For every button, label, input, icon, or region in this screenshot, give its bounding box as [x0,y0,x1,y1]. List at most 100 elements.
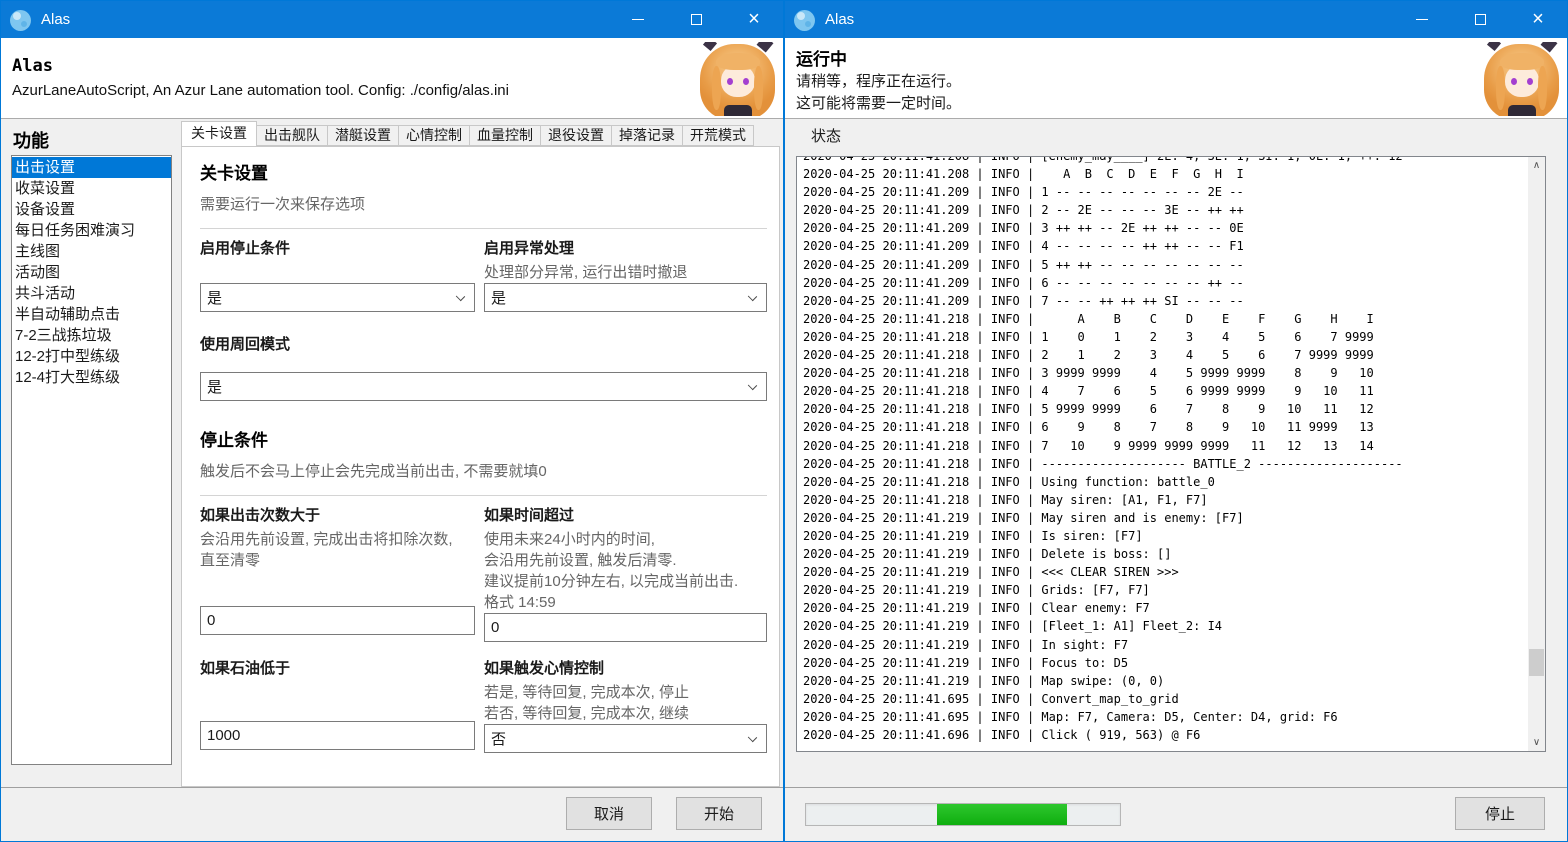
sidebar-item[interactable]: 设备设置 [12,199,171,220]
scroll-up-icon[interactable]: ∧ [1528,157,1545,174]
field-label: 如果触发心情控制 [484,659,767,679]
sidebar-item[interactable]: 共斗活动 [12,283,171,304]
minimize-icon[interactable] [609,1,667,38]
tab[interactable]: 开荒模式 [682,125,754,146]
input-value: 0 [207,612,215,629]
field-desc: 使用未来24小时内的时间, 会沿用先前设置, 触发后清零. 建议提前10分钟左右… [484,529,767,613]
close-icon[interactable]: × [1509,1,1567,38]
maximize-icon[interactable] [667,1,725,38]
log-line: 2020-04-25 20:11:41.218 | INFO | May sir… [803,491,1527,509]
log-line: 2020-04-25 20:11:41.219 | INFO | Focus t… [803,654,1527,672]
if-oil-input[interactable]: 1000 [200,721,475,750]
enable-exception-select[interactable]: 是 [484,283,767,312]
select-value: 是 [207,376,222,397]
titlebar: Alas × [785,1,1567,38]
field-desc: 会沿用先前设置, 完成出击将扣除次数, 直至清零 [200,529,475,571]
tab[interactable]: 掉落记录 [611,125,683,146]
field-label: 启用异常处理 [484,239,767,259]
log-line: 2020-04-25 20:11:41.218 | INFO | 7 10 9 … [803,437,1527,455]
chevron-down-icon [748,381,757,390]
log-line: 2020-04-25 20:11:41.208 | INFO | A B C D… [803,165,1527,183]
maximize-icon[interactable] [1451,1,1509,38]
app-subtitle: AzurLaneAutoScript, An Azur Lane automat… [12,82,509,99]
tab[interactable]: 潜艇设置 [327,125,399,146]
sidebar-item[interactable]: 活动图 [12,262,171,283]
field-desc: 处理部分异常, 运行出错时撤退 [484,262,767,283]
titlebar: Alas × [1,1,783,38]
section-desc: 需要运行一次来保存选项 [200,194,767,215]
sidebar-item[interactable]: 主线图 [12,241,171,262]
input-value: 1000 [207,727,240,744]
start-button[interactable]: 开始 [676,797,762,830]
log-line: 2020-04-25 20:11:41.209 | INFO | 5 ++ ++… [803,256,1527,274]
app-header: 运行中 请稍等，程序正在运行。 这可能将需要一定时间。 [785,38,1567,119]
runner-window: Alas × 运行中 请稍等，程序正在运行。 这可能将需要一定时间。 状态 20… [784,0,1568,842]
log-line: 2020-04-25 20:11:41.695 | INFO | Convert… [803,690,1527,708]
field-label: 如果出击次数大于 [200,506,475,526]
log-line: 2020-04-25 20:11:41.219 | INFO | Is sire… [803,527,1527,545]
log-line: 2020-04-25 20:11:41.209 | INFO | 2 -- 2E… [803,201,1527,219]
cancel-button[interactable]: 取消 [566,797,652,830]
if-count-input[interactable]: 0 [200,606,475,635]
tab[interactable]: 血量控制 [469,125,541,146]
section-title: 停止条件 [200,430,767,452]
enable-stop-select[interactable]: 是 [200,283,475,312]
divider [200,228,767,229]
input-value: 0 [491,619,499,636]
log-output[interactable]: 2020-04-25 20:11:41.208 | INFO | [enemy_… [796,156,1546,752]
select-value: 否 [491,728,506,749]
log-content: 2020-04-25 20:11:41.208 | INFO | [enemy_… [803,156,1527,744]
log-scrollbar[interactable]: ∧ ∨ [1528,157,1545,751]
running-subtitle2: 这可能将需要一定时间。 [796,92,961,113]
log-line: 2020-04-25 20:11:41.219 | INFO | <<< CLE… [803,563,1527,581]
log-line: 2020-04-25 20:11:41.218 | INFO | 1 0 1 2… [803,328,1527,346]
sidebar-list[interactable]: 出击设置收菜设置设备设置每日任务困难演习主线图活动图共斗活动半自动辅助点击7-2… [11,155,172,765]
sidebar-item[interactable]: 每日任务困难演习 [12,220,171,241]
sidebar-item[interactable]: 出击设置 [12,157,171,178]
window-title: Alas [41,11,70,28]
log-line: 2020-04-25 20:11:41.219 | INFO | Clear e… [803,599,1527,617]
scrollbar-thumb[interactable] [1529,649,1544,676]
log-line: 2020-04-25 20:11:41.218 | INFO | 6 9 8 7… [803,418,1527,436]
log-line: 2020-04-25 20:11:41.209 | INFO | 3 ++ ++… [803,219,1527,237]
log-line: 2020-04-25 20:11:41.209 | INFO | 7 -- --… [803,292,1527,310]
sidebar-item[interactable]: 收菜设置 [12,178,171,199]
select-value: 是 [491,287,506,308]
field-label: 如果石油低于 [200,659,475,679]
log-line: 2020-04-25 20:11:41.695 | INFO | Map: F7… [803,708,1527,726]
chevron-down-icon [748,733,757,742]
tab[interactable]: 退役设置 [540,125,612,146]
field-desc: 若是, 等待回复, 完成本次, 停止 若否, 等待回复, 完成本次, 继续 [484,682,767,724]
footer: 停止 [785,787,1567,841]
log-line: 2020-04-25 20:11:41.218 | INFO | Using f… [803,473,1527,491]
sidebar-heading: 功能 [13,127,49,153]
sidebar-item[interactable]: 12-2打中型练级 [12,346,171,367]
minimize-icon[interactable] [1393,1,1451,38]
running-title: 运行中 [796,45,847,70]
log-line: 2020-04-25 20:11:41.209 | INFO | 1 -- --… [803,183,1527,201]
alas-logo-icon [794,9,816,31]
sidebar-item[interactable]: 7-2三战拣垃圾 [12,325,171,346]
section-title: 关卡设置 [200,163,767,185]
log-line: 2020-04-25 20:11:41.219 | INFO | [Fleet_… [803,617,1527,635]
scroll-down-icon[interactable]: ∨ [1528,734,1545,751]
sidebar-item[interactable]: 12-4打大型练级 [12,367,171,388]
log-line: 2020-04-25 20:11:41.218 | INFO | -------… [803,455,1527,473]
stop-button[interactable]: 停止 [1455,797,1545,830]
tab[interactable]: 出击舰队 [256,125,328,146]
log-line: 2020-04-25 20:11:41.209 | INFO | 4 -- --… [803,237,1527,255]
settings-panel: 关卡设置 需要运行一次来保存选项 启用停止条件 是 启用异常处理 处理部分异常,… [181,146,780,787]
log-line: 2020-04-25 20:11:41.218 | INFO | 3 9999 … [803,364,1527,382]
close-icon[interactable]: × [725,1,783,38]
chevron-down-icon [456,292,465,301]
tab[interactable]: 关卡设置 [181,121,257,146]
tab[interactable]: 心情控制 [398,125,470,146]
cycle-mode-select[interactable]: 是 [200,372,767,401]
avatar [1483,42,1560,116]
if-time-input[interactable]: 0 [484,613,767,642]
if-emotion-select[interactable]: 否 [484,724,767,753]
tab-strip: 关卡设置出击舰队潜艇设置心情控制血量控制退役设置掉落记录开荒模式 [181,123,753,146]
sidebar-item[interactable]: 半自动辅助点击 [12,304,171,325]
field-label: 启用停止条件 [200,239,475,259]
divider [200,495,767,496]
